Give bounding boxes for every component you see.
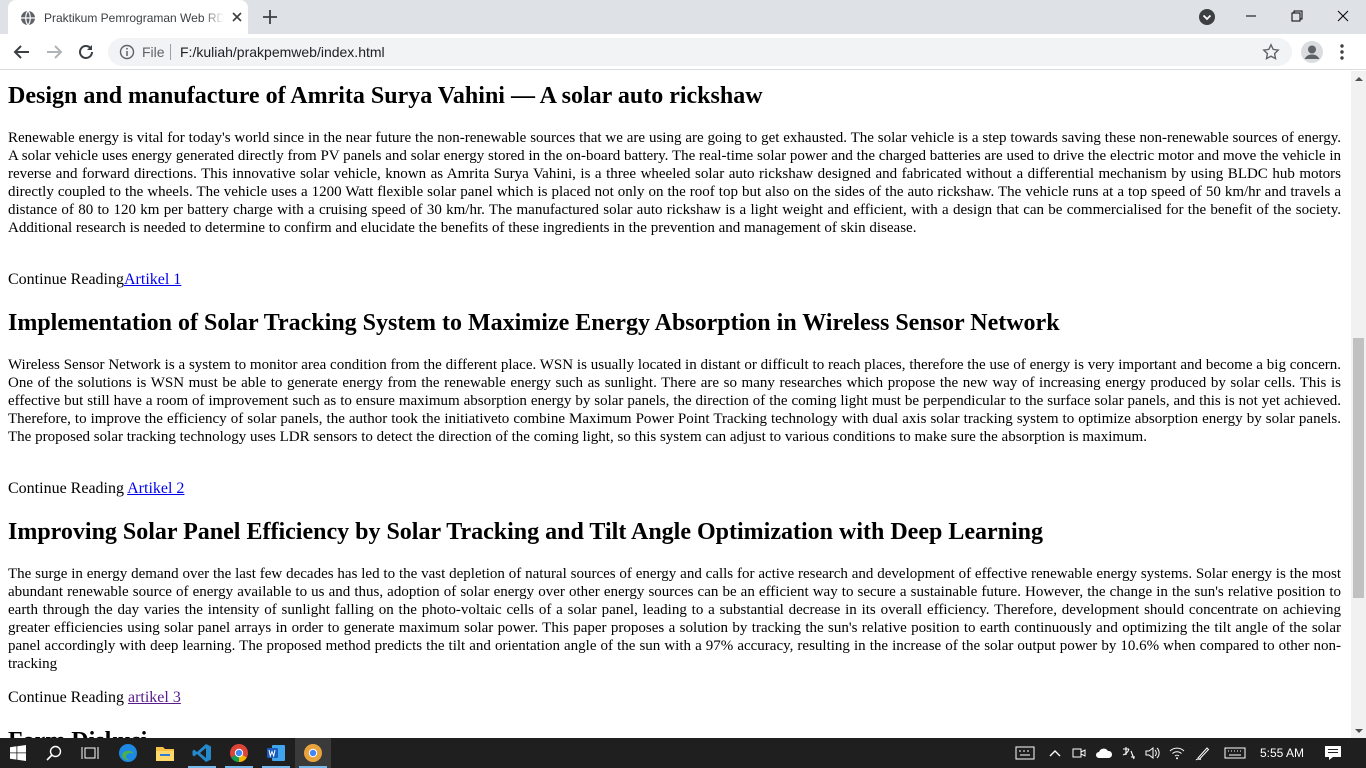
close-icon[interactable] [1320,0,1366,32]
form-heading: Form Diskusi [8,727,147,738]
article-2-title: Implementation of Solar Tracking System … [8,310,1060,336]
continue-label: Continue Reading [8,689,128,706]
chevron-down-icon[interactable] [1197,7,1217,27]
chevron-up-icon[interactable] [1044,738,1066,768]
taskbar-clock[interactable]: 5:55 AM [1254,738,1310,768]
tab-title: Praktikum Pemrograman Web RD [44,11,224,25]
vscode-icon[interactable] [184,738,220,768]
word-icon[interactable] [258,738,294,768]
search-icon[interactable] [36,738,72,768]
info-icon[interactable] [119,44,135,60]
scroll-up-arrow-icon[interactable] [1351,71,1366,86]
browser-tab[interactable]: Praktikum Pemrograman Web RD [8,0,248,34]
chrome-canary-icon[interactable] [295,738,331,768]
article-3-continue: Continue Reading artikel 3 [8,689,181,707]
continue-label: Continue Reading [8,271,124,288]
keyboard-icon[interactable] [1220,738,1250,768]
address-bar[interactable]: File F:/kuliah/prakpemweb/index.html [108,38,1292,66]
edge-icon[interactable] [110,738,146,768]
windows-start-icon[interactable] [0,738,36,768]
article-2-body: Wireless Sensor Network is a system to m… [8,357,1341,445]
page-viewport: Design and manufacture of Amrita Surya V… [0,71,1351,738]
keyboard-touch-icon[interactable] [1012,738,1038,768]
continue-label: Continue Reading [8,480,128,497]
profile-icon[interactable] [1300,40,1324,64]
windows-taskbar: 5:55 AM [0,738,1366,768]
scrollbar-thumb[interactable] [1353,338,1364,598]
article-2-continue: Continue Reading Artikel 2 [8,480,184,498]
pen-icon[interactable] [1192,738,1214,768]
article-3-body: The surge in energy demand over the last… [8,566,1341,672]
globe-icon [20,10,36,26]
notification-icon[interactable] [1318,738,1348,768]
browser-toolbar: File F:/kuliah/prakpemweb/index.html [0,34,1366,70]
minimize-icon[interactable] [1228,0,1274,32]
article-1-continue: Continue ReadingArtikel 1 [8,271,181,289]
wifi-icon[interactable] [1166,738,1188,768]
article-3-title: Improving Solar Panel Efficiency by Sola… [8,519,1043,545]
back-arrow-icon[interactable] [10,40,34,64]
onedrive-icon[interactable] [1092,738,1116,768]
article-1-link[interactable]: Artikel 1 [124,271,181,288]
article-3-link[interactable]: artikel 3 [128,689,181,706]
forward-arrow-icon[interactable] [42,40,66,64]
scroll-down-arrow-icon[interactable] [1351,723,1366,738]
url-text[interactable]: F:/kuliah/prakpemweb/index.html [180,44,385,60]
ime-icon[interactable] [1118,738,1140,768]
tab-strip: Praktikum Pemrograman Web RD [0,0,1366,34]
star-icon[interactable] [1262,43,1280,61]
volume-icon[interactable] [1142,738,1164,768]
chrome-icon[interactable] [221,738,257,768]
vertical-scrollbar[interactable] [1351,71,1366,738]
plus-icon[interactable] [259,6,281,28]
task-view-icon[interactable] [72,738,108,768]
article-1-body: Renewable energy is vital for today's wo… [8,130,1341,236]
close-tab-icon[interactable] [229,9,245,25]
article-1-title: Design and manufacture of Amrita Surya V… [8,83,763,109]
article-2-link[interactable]: Artikel 2 [127,480,184,497]
file-explorer-icon[interactable] [147,738,183,768]
meet-now-icon[interactable] [1068,738,1090,768]
restore-icon[interactable] [1274,0,1320,32]
scheme-divider [170,44,171,60]
scheme-label: File [142,44,165,60]
kebab-menu-icon[interactable] [1334,40,1350,64]
reload-icon[interactable] [74,40,98,64]
